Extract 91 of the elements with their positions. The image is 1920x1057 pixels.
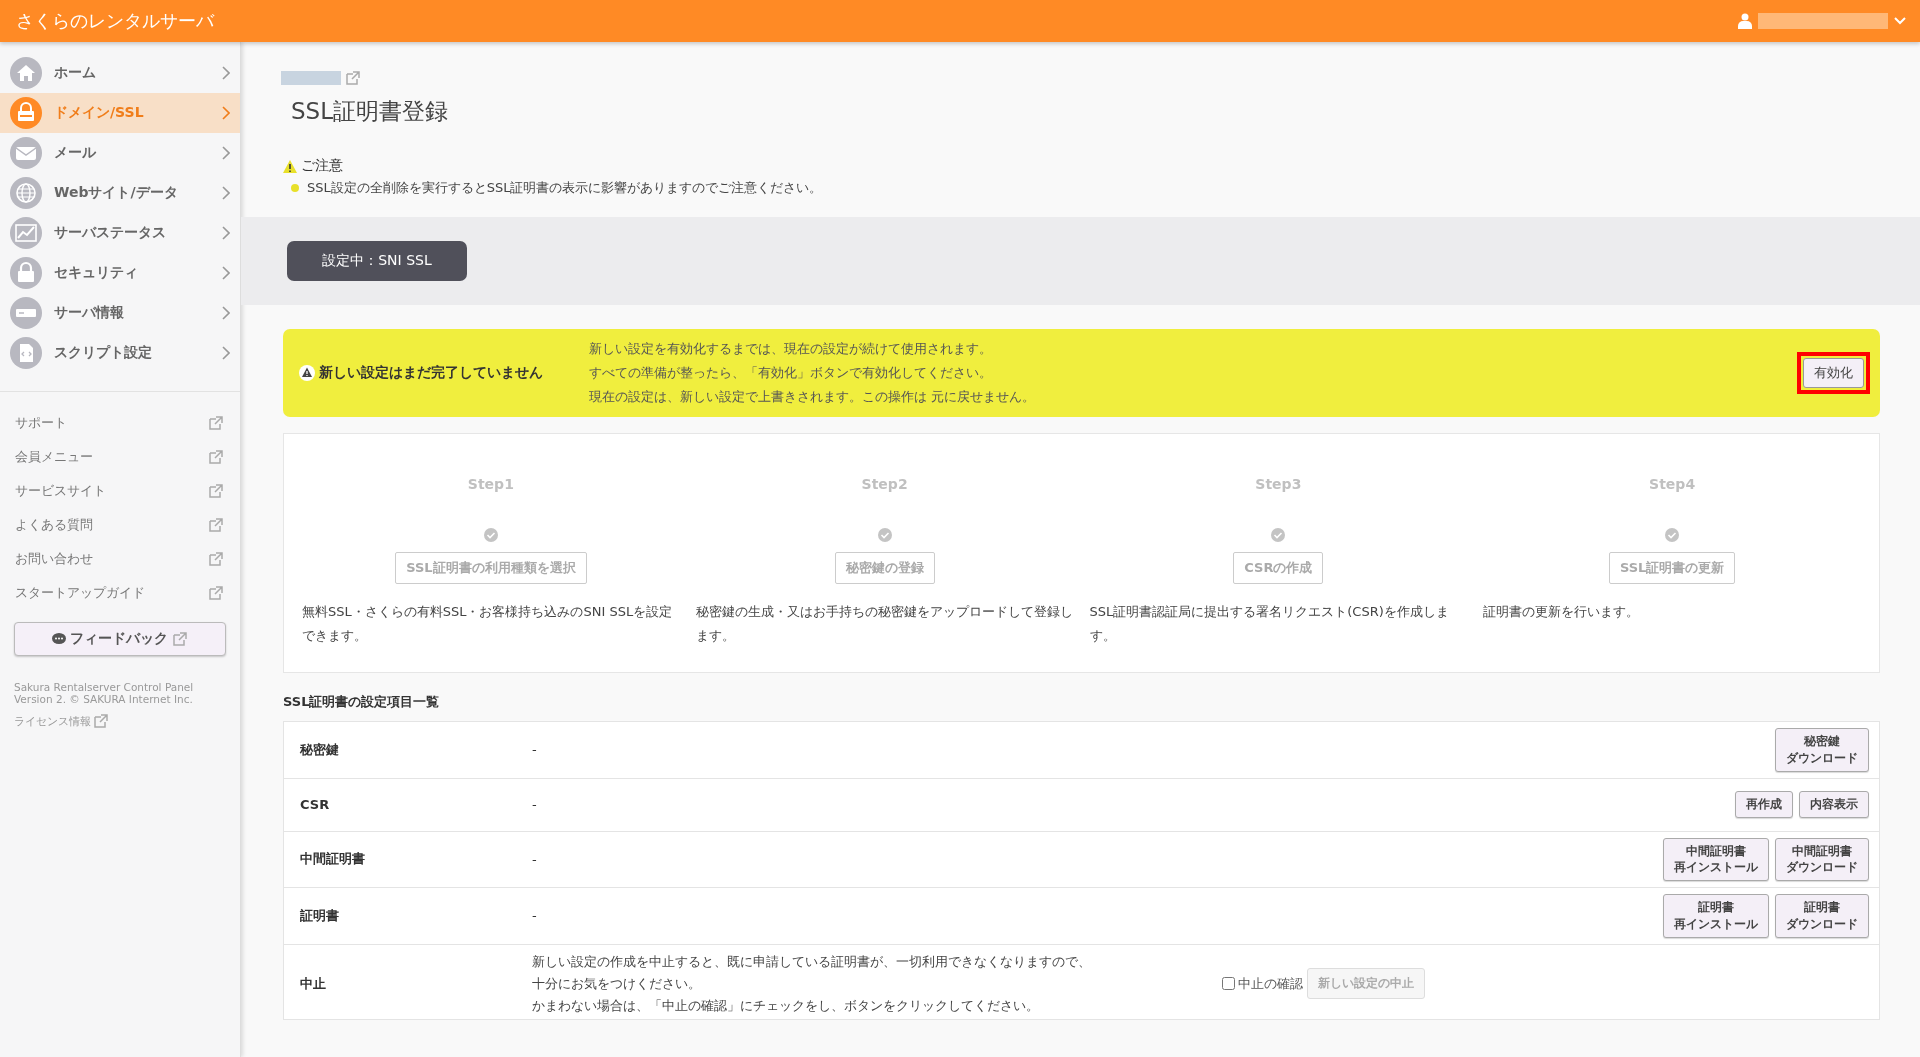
external-link-icon [208,449,224,465]
warning-text: 新しい設定の作成を中止すると、既に申請している証明書が、一切利用できなくなりますので、 [532,952,1092,971]
chevron-right-icon [222,66,230,80]
nav-item[interactable]: ホーム [0,53,240,93]
activate-button[interactable]: 有効化 [1803,358,1864,388]
current-setting-button[interactable]: 設定中：SNI SSL [287,241,467,281]
chevron-right-icon [222,346,230,360]
page-title: SSL証明書登録 [291,97,449,126]
warning-icon [283,159,297,173]
warning-text: かまわない場合は、「中止の確認」にチェックをし、ボタンをクリックしてください。 [532,996,1040,1015]
action-button[interactable]: 再作成 [1735,791,1793,818]
external-link-icon [172,631,188,647]
check-circle-icon [1665,528,1680,542]
action-button[interactable]: 証明書 再インストール [1663,894,1769,938]
chevron-right-icon [222,146,230,160]
sidebar-link[interactable]: サポート [0,406,240,440]
lock-icon [10,257,42,289]
external-link-icon [208,551,224,567]
action-button[interactable]: 中間証明書 再インストール [1663,837,1769,882]
row-value: - [532,797,538,813]
app-title: さくらのレンタルサーバ [16,9,214,33]
document-icon [10,337,42,369]
chevron-right-icon [222,226,230,240]
step-description: SSL証明書認証局に提出する署名リクエスト(CSR)を作成します。 [1089,603,1450,645]
checkbox-label: 中止の確認 [1238,974,1303,993]
notice-title: ご注意 [301,157,343,175]
step-label: Step4 [1649,476,1696,492]
alert-title: 新しい設定はまだ完了していません [319,364,543,382]
row-label: 中止 [300,974,327,993]
step-label: Step1 [467,476,514,492]
alert-text: 新しい設定を有効化するまでは、現在の設定が続けて使用されます。 [589,340,993,358]
feedback-button[interactable]: フィードバック [14,622,226,656]
house-icon [10,57,42,89]
sidebar-link[interactable]: お問い合わせ [0,542,240,576]
chart-icon [10,217,42,249]
nav-item[interactable]: Webサイト/データ [0,173,240,213]
server-icon [10,297,42,329]
chevron-right-icon [222,186,230,200]
nav-item[interactable]: メール [0,133,240,173]
action-button[interactable]: 中間証明書 ダウンロード [1775,837,1869,882]
external-link-icon [208,517,224,533]
step-label: Step2 [861,476,908,492]
external-link-icon [345,70,361,86]
action-button[interactable]: 証明書 ダウンロード [1775,894,1869,938]
chevron-right-icon [222,106,230,120]
envelope-icon [10,137,42,169]
nav-item[interactable]: セキュリティ [0,253,240,293]
action-button[interactable]: 秘密鍵 ダウンロード [1775,728,1869,772]
alert-text: すべての準備が整ったら、「有効化」ボタンで有効化してください。 [589,364,993,382]
nav-item[interactable]: スクリプト設定 [0,333,240,373]
check-circle-icon [483,528,498,542]
step-description: 無料SSL・さくらの有料SSL・お客様持ち込みのSNI SSLを設定できます。 [302,603,674,645]
step-description: 証明書の更新を行います。 [1483,603,1641,621]
row-label: 秘密鍵 [300,740,340,759]
alert-text: 現在の設定は、新しい設定で上書きされます。この操作は 元に戻せません。 [589,388,1037,406]
sidebar-link[interactable]: サービスサイト [0,474,240,508]
warning-icon [299,365,315,381]
bullet-icon [291,184,299,192]
check-circle-icon [1271,528,1286,542]
sidebar-link[interactable]: スタートアップガイド [0,576,240,610]
external-link-icon [208,585,224,601]
globe-icon [10,177,42,209]
row-label: 中間証明書 [300,850,366,869]
chevron-right-icon [222,266,230,280]
nav-item[interactable]: サーバステータス [0,213,240,253]
row-label: CSR [300,797,331,813]
check-circle-icon [877,528,892,542]
step-description: 秘密鍵の生成・又はお手持ちの秘密鍵をアップロードして登録します。 [695,603,1074,645]
notice-text: SSL設定の全削除を実行するとSSL証明書の表示に影響がありますのでご注意ください。 [307,179,823,197]
external-link-icon [208,415,224,431]
chevron-down-icon [1894,17,1906,25]
license-link[interactable]: ライセンス情報 [14,713,91,729]
chat-icon [52,633,66,645]
row-label: 証明書 [300,907,340,925]
redacted-text [281,71,341,85]
external-link-icon [208,483,224,499]
external-link-icon [93,713,109,730]
chevron-right-icon [222,306,230,320]
warning-text: 十分にお気をつけください。 [532,974,702,993]
section-title: SSL証明書の設定項目一覧 [283,693,441,711]
user-icon [1738,13,1752,29]
row-value: - [532,908,538,924]
sidebar-link[interactable]: よくある質問 [0,508,240,542]
lock-icon [10,97,42,129]
sidebar-link[interactable]: 会員メニュー [0,440,240,474]
step-label: Step3 [1255,476,1302,492]
nav-item[interactable]: サーバ情報 [0,293,240,333]
row-value: - [532,851,538,867]
row-value: - [532,742,538,758]
copyright-text: Sakura Rentalserver Control Panel Version 2. © SAKURA Internet Inc. [14,682,195,706]
action-button[interactable]: 内容表示 [1799,791,1869,818]
